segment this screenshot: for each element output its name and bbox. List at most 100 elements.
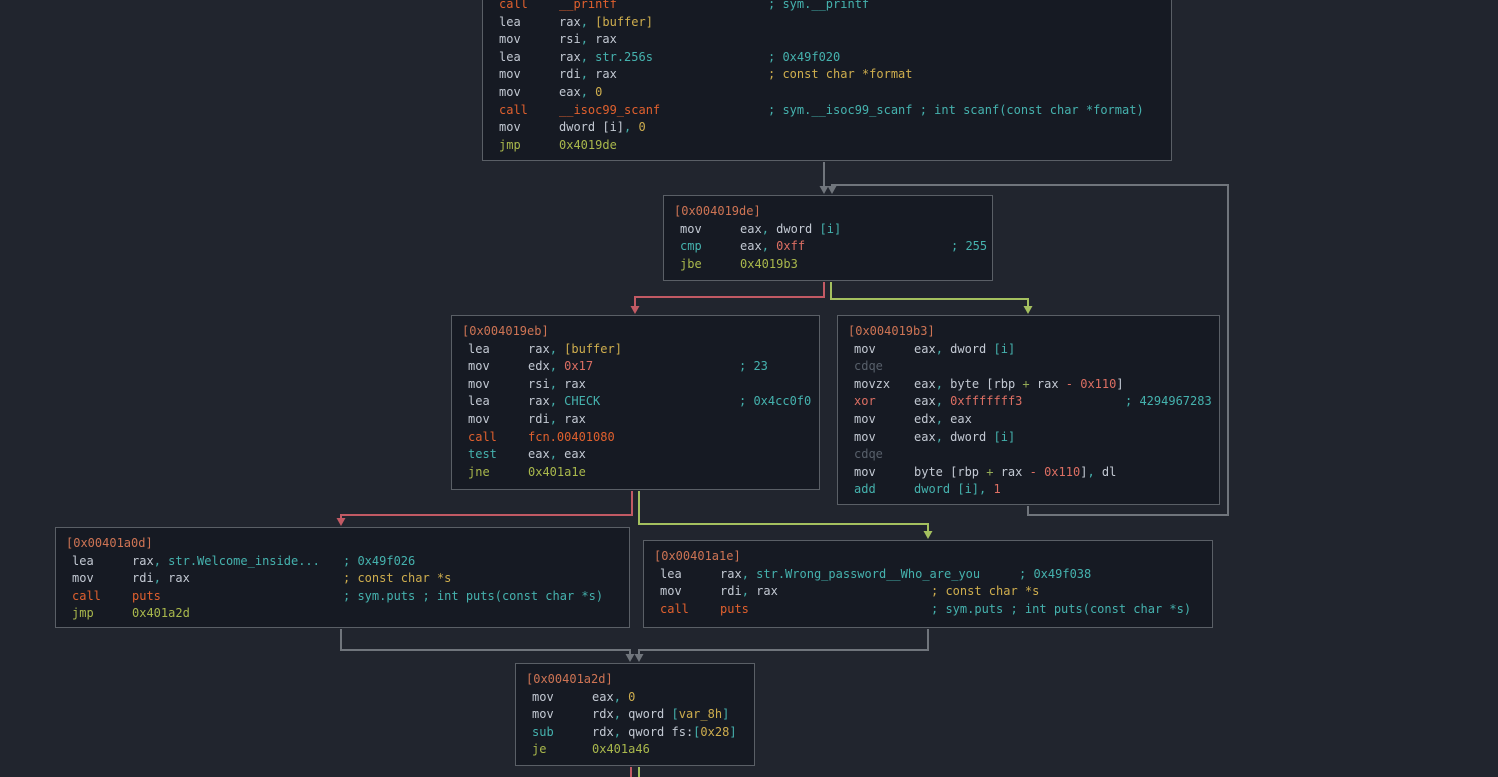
asm-token: , (936, 430, 943, 444)
asm-token: ; 0x49f038 (1019, 567, 1091, 581)
asm-operands: 0x4019b3 (740, 257, 798, 271)
asm-token: ; sym.puts ; int puts(const char *s) (343, 589, 603, 603)
edge-0x004019eb-false-to-0x00401a0d-arrowhead (337, 518, 346, 526)
asm-comment: ; sym.__isoc99_scanf ; int scanf(const c… (768, 102, 1144, 120)
asm-token: mov (499, 32, 521, 46)
asm-mnemonic: mov (532, 689, 592, 707)
asm-token: str.Wrong_password__Who_are_you (756, 567, 980, 581)
asm-token: jmp (499, 138, 521, 152)
asm-line: movrdi, rax (452, 411, 819, 429)
asm-line: call fcn.00401080 (452, 429, 819, 447)
asm-token: str.256s (595, 50, 653, 64)
basic-block-0x00401a1e[interactable]: [0x00401a1e]learax, str.Wrong_password__… (643, 540, 1213, 628)
asm-comment: ; 0x49f038 (1019, 566, 1091, 584)
asm-comment: ; const char *format (768, 66, 913, 84)
asm-token: [i] (994, 342, 1016, 356)
asm-line: moveax, 0 (483, 84, 1171, 102)
asm-token: byte [rbp (914, 465, 986, 479)
asm-token: ; const char *s (931, 584, 1039, 598)
basic-block-0x00401a2d[interactable]: [0x00401a2d]moveax, 0movrdx, qword [var_… (515, 663, 755, 766)
asm-mnemonic: lea (660, 566, 720, 584)
asm-operands: __printf (559, 0, 617, 11)
asm-token: rdi (720, 584, 742, 598)
asm-token: CHECK (564, 394, 600, 408)
asm-token: , (581, 67, 588, 81)
asm-line: movedx, eax (838, 411, 1219, 429)
asm-operands: rdx, qword [var_8h] (592, 707, 729, 721)
asm-token: , (742, 567, 749, 581)
disassembly-graph-canvas[interactable]: call__printf; sym.__printflearax, [buffe… (0, 0, 1498, 777)
asm-token: ; 0x49f026 (343, 554, 415, 568)
asm-operands: rax, [buffer] (528, 342, 622, 356)
asm-mnemonic: mov (468, 376, 528, 394)
asm-token: rax (588, 32, 617, 46)
asm-mnemonic: mov (680, 221, 740, 239)
asm-operands: rdi, rax (132, 571, 190, 585)
asm-token: mov (854, 412, 876, 426)
asm-token: mov (532, 707, 554, 721)
asm-line: cmpeax, 0xff; 255 (664, 238, 992, 256)
block-address-header: [0x00401a2d] (516, 671, 754, 689)
asm-operands: rdi, rax (528, 412, 586, 426)
basic-block-0x004019b3[interactable]: [0x004019b3]moveax, dword [i]cdqemovzxea… (837, 315, 1220, 505)
asm-token: mov (468, 359, 490, 373)
asm-operands: rax, [buffer] (559, 15, 653, 29)
asm-operands: 0x4019de (559, 138, 617, 152)
asm-token: lea (499, 15, 521, 29)
asm-mnemonic: jmp (499, 137, 559, 155)
asm-line: jne0x401a1e (452, 464, 819, 482)
asm-token: movzx (854, 377, 890, 391)
asm-token: 0xfffffff3 (950, 394, 1022, 408)
asm-token: eax (914, 394, 936, 408)
asm-token: ; 23 (739, 359, 768, 373)
basic-block-0x00401a0d[interactable]: [0x00401a0d]learax, str.Welcome_inside..… (55, 527, 630, 628)
asm-token: rdi (559, 67, 581, 81)
asm-token: sub (532, 725, 554, 739)
asm-comment: ; 0x4cc0f0 (739, 393, 811, 411)
asm-token: call (468, 430, 497, 444)
asm-token: 0x4019b3 (740, 257, 798, 271)
asm-mnemonic: mov (854, 429, 914, 447)
asm-token: , (936, 394, 943, 408)
asm-token: fcn.00401080 (528, 430, 615, 444)
asm-token: __isoc99_scanf (559, 103, 660, 117)
asm-operands: eax, eax (528, 447, 586, 461)
asm-mnemonic: lea (468, 341, 528, 359)
basic-block-0x004019de[interactable]: [0x004019de]moveax, dword [i]cmpeax, 0xf… (663, 195, 993, 281)
asm-token: lea (468, 394, 490, 408)
asm-operands: rax, CHECK (528, 394, 600, 408)
asm-token: eax (914, 430, 936, 444)
asm-token: rdi (132, 571, 154, 585)
asm-line: mov rdx, qword [var_8h] (516, 706, 754, 724)
asm-mnemonic: mov (499, 84, 559, 102)
asm-token: puts (132, 589, 161, 603)
asm-mnemonic: lea (499, 14, 559, 32)
asm-operands: byte [rbp + rax - 0x110], dl (914, 465, 1116, 479)
asm-token: ] (722, 707, 729, 721)
asm-mnemonic: mov (854, 464, 914, 482)
basic-block-0x004019eb[interactable]: [0x004019eb]learax, [buffer]movedx, 0x17… (451, 315, 820, 490)
asm-mnemonic: mov (854, 411, 914, 429)
asm-line: movedx, 0x17; 23 (452, 358, 819, 376)
asm-line: lea rax, CHECK ; 0x4cc0f0 (452, 393, 819, 411)
asm-token: eax (557, 447, 586, 461)
asm-token: , (550, 394, 557, 408)
asm-token: 0 (595, 85, 602, 99)
asm-token: dword [i] (559, 120, 624, 134)
asm-mnemonic: cmp (680, 238, 740, 256)
asm-token: eax (559, 85, 581, 99)
asm-line: callputs; sym.puts ; int puts(const char… (644, 601, 1212, 619)
asm-token: , (581, 15, 588, 29)
asm-operands: rsi, rax (559, 32, 617, 46)
asm-operands: rdi, rax (559, 67, 617, 81)
asm-operands: eax, 0xfffffff3 (914, 394, 1022, 408)
asm-mnemonic: movzx (854, 376, 914, 394)
asm-line: movdword [i], 0 (483, 119, 1171, 137)
basic-block-entry[interactable]: call__printf; sym.__printflearax, [buffe… (482, 0, 1172, 161)
asm-token: [buffer] (595, 15, 653, 29)
asm-token: ; 255 (951, 239, 987, 253)
asm-line: jmp0x401a2d (56, 605, 629, 623)
asm-token: ; sym.__printf (768, 0, 869, 11)
asm-mnemonic: call (72, 588, 132, 606)
asm-token: rsi (528, 377, 550, 391)
